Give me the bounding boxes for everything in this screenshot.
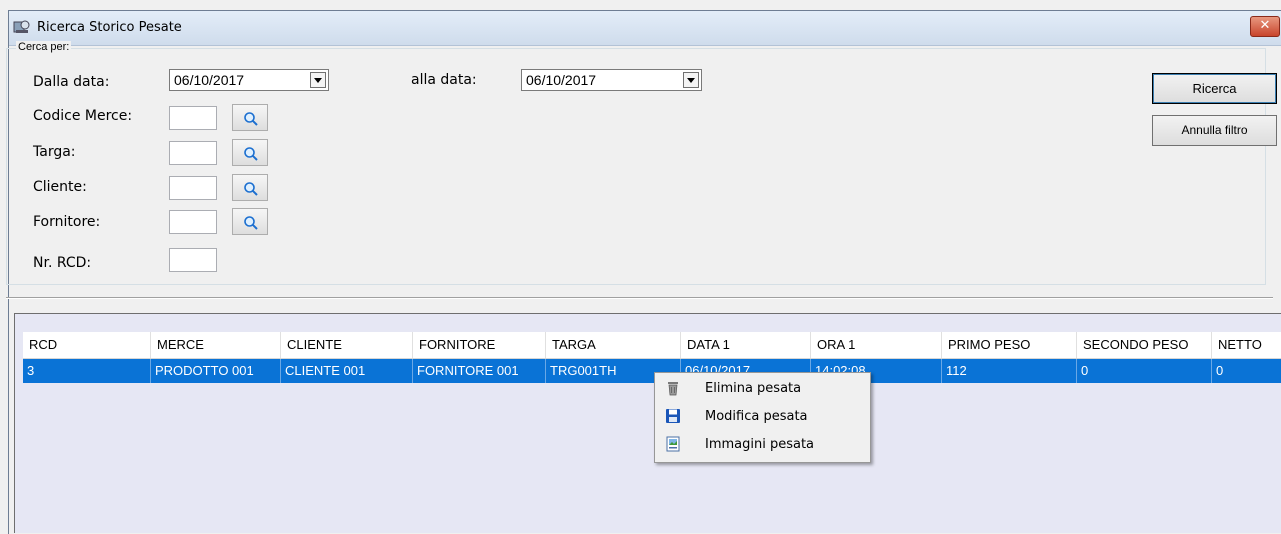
menu-item-label: Modifica pesata (705, 409, 808, 424)
table-cell: FORNITORE 001 (413, 359, 546, 383)
table-cell: CLIENTE 001 (281, 359, 413, 383)
supplier-lookup-button[interactable] (232, 208, 268, 235)
plate-label: Targa: (33, 144, 76, 160)
close-button[interactable]: ✕ (1250, 16, 1280, 37)
table-cell: 0 (1077, 359, 1212, 383)
save-icon (666, 409, 680, 423)
product-code-lookup-button[interactable] (232, 104, 268, 131)
to-date-picker[interactable]: 06/10/2017 (521, 69, 702, 91)
menu-item-edit[interactable]: Modifica pesata (655, 404, 870, 430)
menu-item-images[interactable]: Immagini pesata (655, 432, 870, 458)
chevron-down-icon[interactable] (310, 72, 326, 88)
from-date-value: 06/10/2017 (174, 72, 245, 88)
to-date-label: alla data: (411, 72, 477, 88)
supplier-input[interactable] (169, 210, 217, 234)
search-button[interactable]: Ricerca (1152, 73, 1277, 104)
search-icon (244, 182, 258, 196)
product-code-label: Codice Merce: (33, 108, 133, 124)
app-icon (13, 20, 30, 33)
column-header-cliente[interactable]: CLIENTE (281, 332, 413, 358)
to-date-value: 06/10/2017 (526, 72, 597, 88)
search-icon (244, 147, 258, 161)
menu-item-label: Elimina pesata (705, 381, 802, 396)
grid-header: RCD MERCE CLIENTE FORNITORE TARGA DATA 1… (23, 332, 1281, 359)
column-header-merce[interactable]: MERCE (151, 332, 281, 358)
rcd-number-input[interactable] (169, 248, 217, 272)
context-menu: Elimina pesata Modifica pesata Immagini … (654, 372, 871, 463)
table-row[interactable]: 3 PRODOTTO 001 CLIENTE 001 FORNITORE 001… (23, 359, 1281, 383)
title-bar[interactable]: Ricerca Storico Pesate ✕ (9, 11, 1281, 46)
clear-filter-button[interactable]: Annulla filtro (1152, 115, 1277, 146)
divider (6, 297, 1273, 298)
search-icon (244, 112, 258, 126)
column-header-data1[interactable]: DATA 1 (681, 332, 811, 358)
image-icon (666, 436, 680, 452)
customer-label: Cliente: (33, 179, 87, 195)
column-header-netto[interactable]: NETTO (1212, 332, 1281, 358)
customer-lookup-button[interactable] (232, 174, 268, 201)
supplier-label: Fornitore: (33, 214, 101, 230)
column-header-primo-peso[interactable]: PRIMO PESO (942, 332, 1077, 358)
close-icon: ✕ (1259, 18, 1271, 33)
plate-lookup-button[interactable] (232, 139, 268, 166)
customer-input[interactable] (169, 176, 217, 200)
results-grid[interactable]: RCD MERCE CLIENTE FORNITORE TARGA DATA 1… (14, 313, 1281, 533)
table-cell: 112 (942, 359, 1077, 383)
column-header-ora1[interactable]: ORA 1 (811, 332, 942, 358)
window-title: Ricerca Storico Pesate (37, 20, 182, 35)
column-header-rcd[interactable]: RCD (23, 332, 151, 358)
menu-item-label: Immagini pesata (705, 437, 815, 452)
product-code-input[interactable] (169, 106, 217, 130)
table-cell: 3 (23, 359, 151, 383)
table-cell: PRODOTTO 001 (151, 359, 281, 383)
rcd-number-label: Nr. RCD: (33, 255, 92, 271)
from-date-picker[interactable]: 06/10/2017 (169, 69, 329, 91)
column-header-fornitore[interactable]: FORNITORE (413, 332, 546, 358)
from-date-label: Dalla data: (33, 74, 110, 90)
menu-item-delete[interactable]: Elimina pesata (655, 376, 870, 402)
plate-input[interactable] (169, 141, 217, 165)
column-header-targa[interactable]: TARGA (546, 332, 681, 358)
search-icon (244, 216, 258, 230)
search-group-title: Cerca per: (16, 41, 72, 53)
table-cell: 0 (1212, 359, 1281, 383)
trash-icon (668, 382, 678, 396)
column-header-secondo-peso[interactable]: SECONDO PESO (1077, 332, 1212, 358)
chevron-down-icon[interactable] (683, 72, 699, 88)
